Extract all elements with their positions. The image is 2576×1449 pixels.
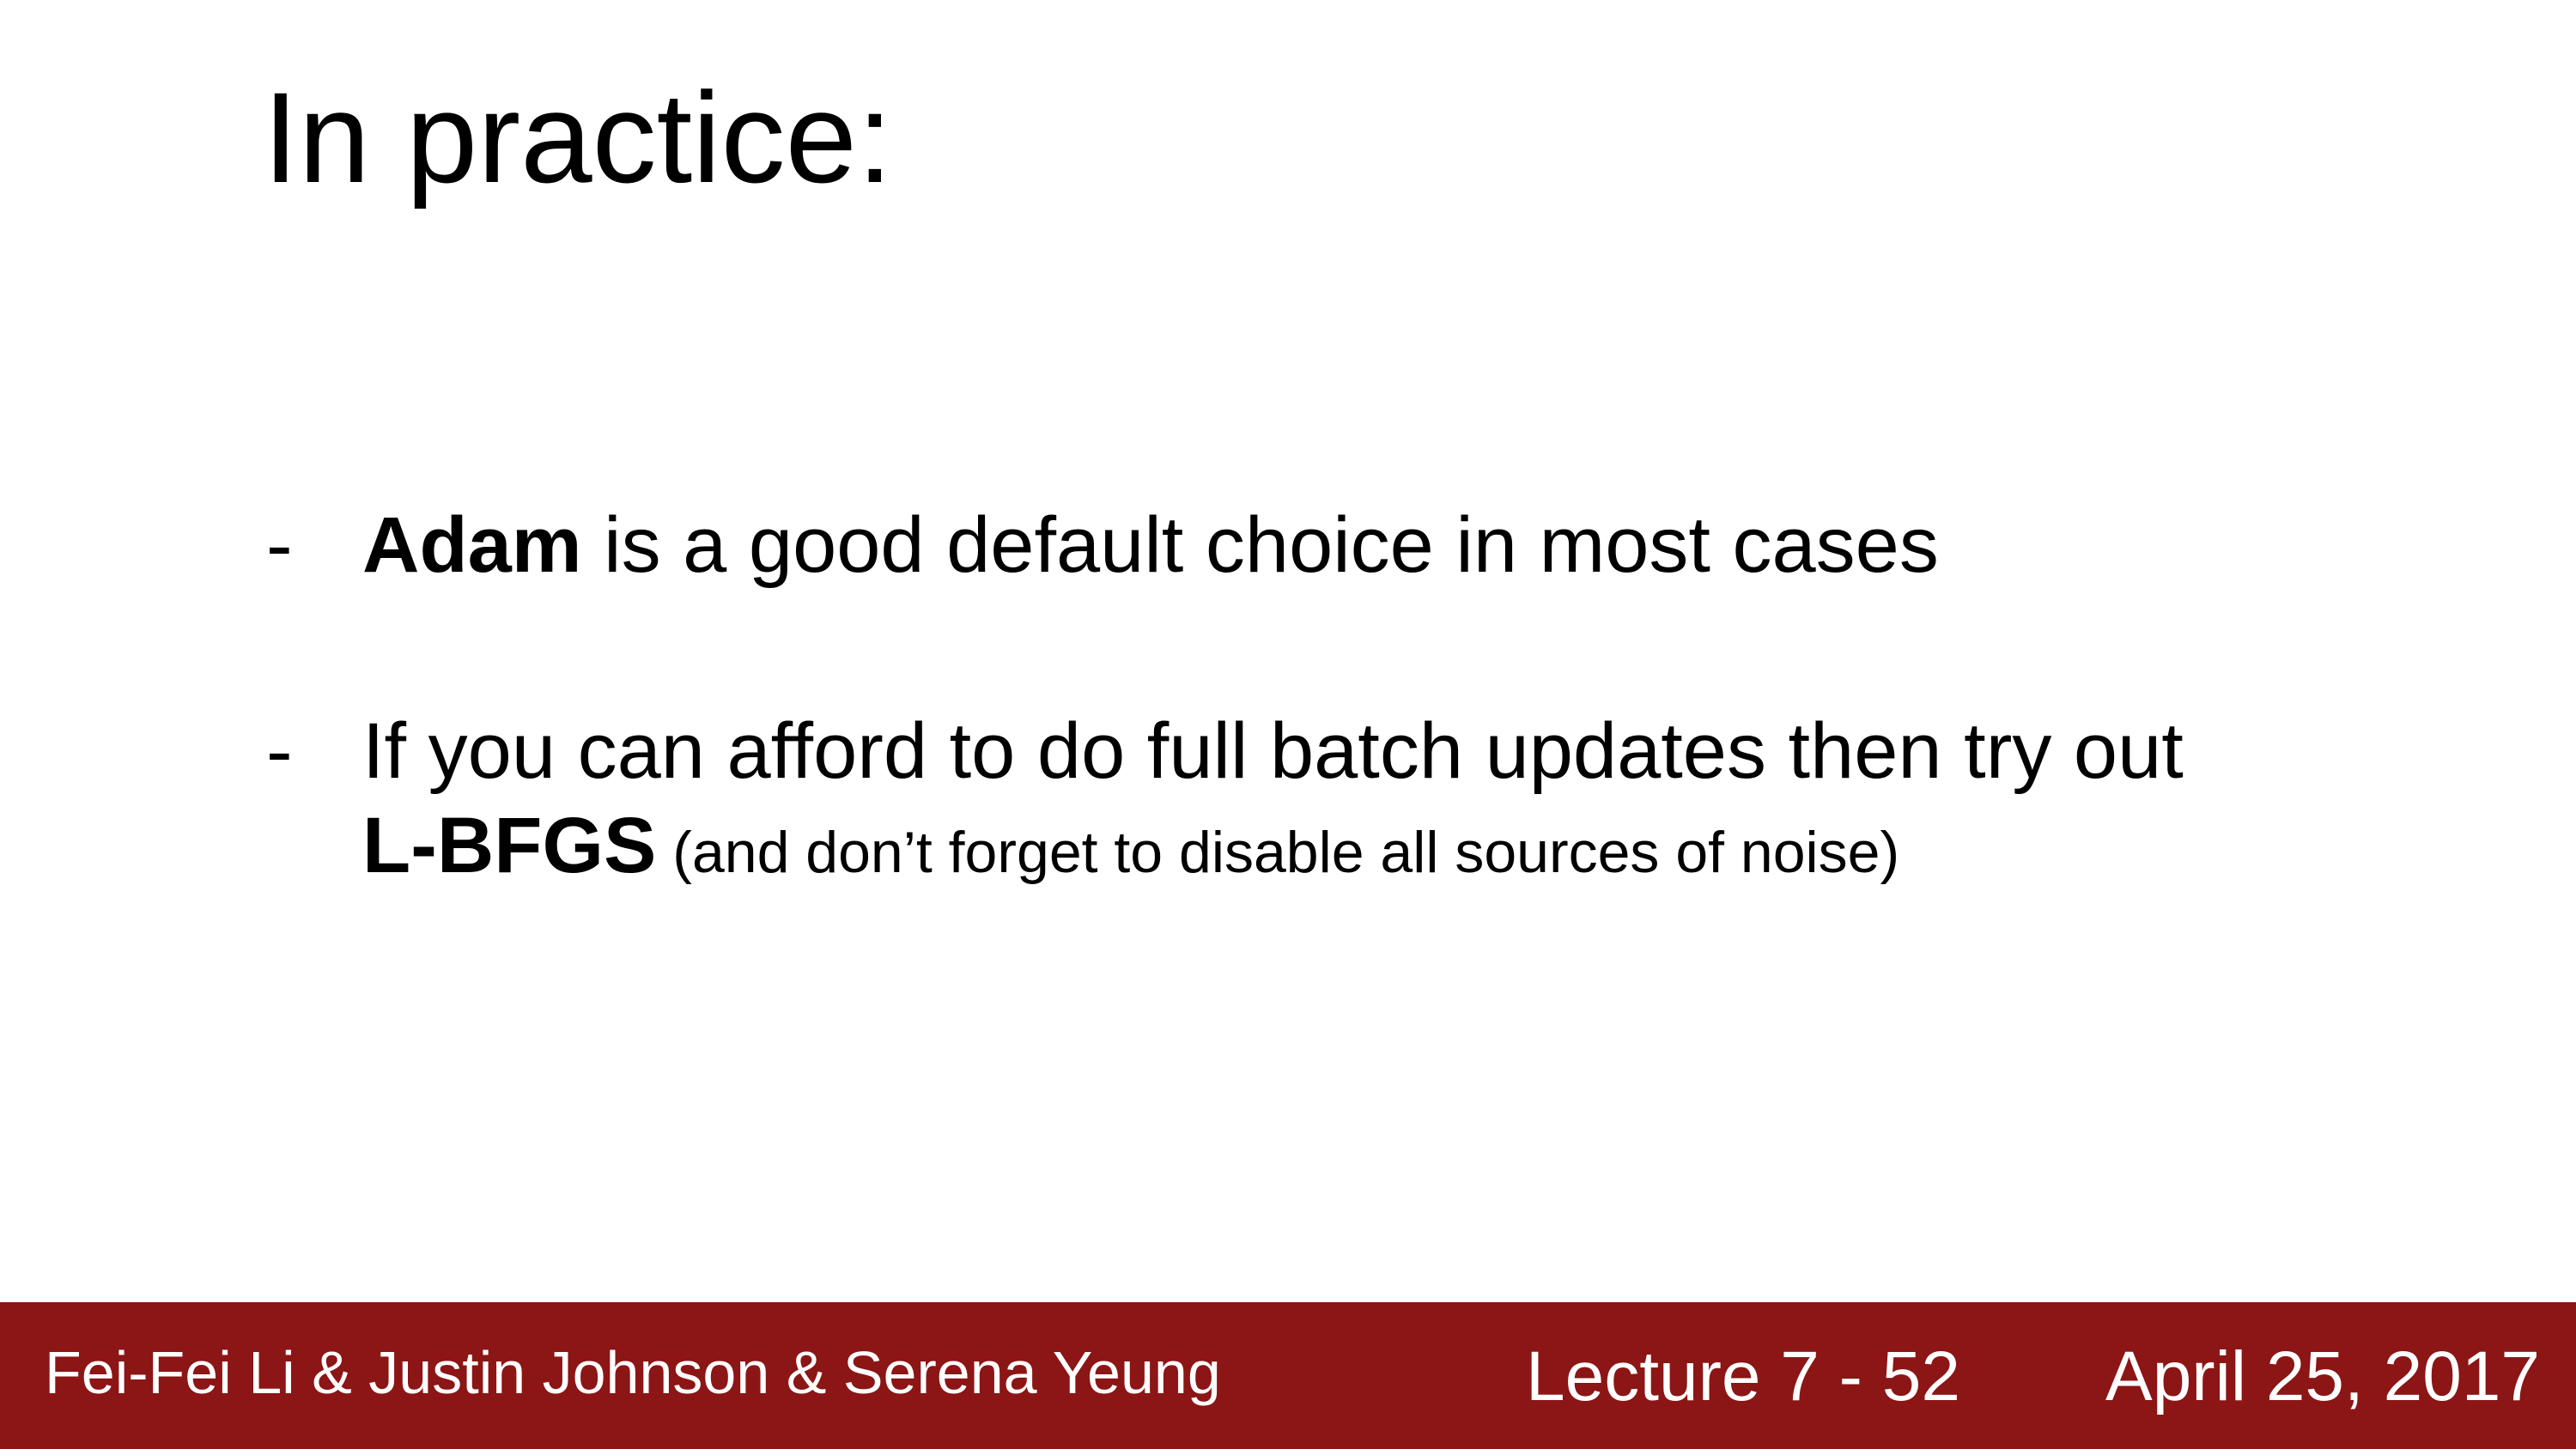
slide: In practice: - Adam is a good default ch…	[0, 0, 2576, 1449]
footer-authors: Fei-Fei Li & Justin Johnson & Serena Yeu…	[45, 1339, 1221, 1406]
bullet-description: is a good default choice in most cases	[581, 501, 1939, 589]
bullet-dash: -	[266, 501, 293, 589]
bullet-note: (and don’t forget to disable all sources…	[656, 820, 1900, 886]
footer-date: April 25, 2017	[2105, 1337, 2541, 1416]
footer-bar: Fei-Fei Li & Justin Johnson & Serena Yeu…	[0, 1302, 2576, 1449]
bullet-dash: -	[266, 707, 293, 795]
bullet-text: Adam is a good default choice in most ca…	[362, 498, 1939, 592]
slide-title: In practice:	[263, 65, 893, 209]
bold-term-lbfgs: L-BFGS	[362, 802, 657, 890]
bullet-line-1: If you can afford to do full batch updat…	[362, 707, 2184, 795]
bullet-text: If you can afford to do full batch updat…	[362, 704, 2184, 894]
footer-lecture-number: Lecture 7 - 52	[1526, 1337, 1960, 1416]
bold-term-adam: Adam	[362, 501, 582, 589]
